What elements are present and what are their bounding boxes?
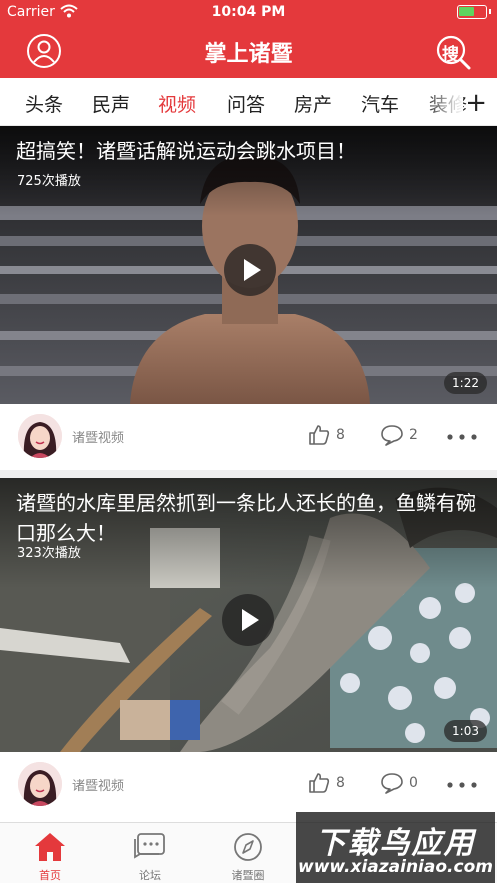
tab-zhuji-circle-label: 诸暨圈	[231, 869, 265, 882]
comment-count: 2	[409, 427, 418, 443]
tab-home-label: 首页	[39, 869, 61, 882]
comment-count: 0	[409, 775, 418, 791]
video-duration: 1:22	[444, 372, 487, 394]
avatar-image	[18, 414, 62, 458]
home-icon	[35, 833, 65, 861]
tab-qa[interactable]: 问答	[227, 90, 265, 117]
more-options-icon[interactable]	[447, 434, 477, 440]
tab-forum-label: 论坛	[139, 869, 161, 882]
comment-icon[interactable]	[380, 424, 404, 446]
clock-time: 10:04 PM	[211, 4, 286, 20]
more-options-icon[interactable]	[447, 782, 477, 788]
tab-real-estate[interactable]: 房产	[294, 90, 332, 117]
video-meta-row: 诸暨视频 8 2	[0, 404, 497, 470]
card-separator	[0, 470, 497, 478]
play-icon	[244, 259, 261, 281]
tab-video[interactable]: 视频	[158, 90, 196, 117]
more-categories-button[interactable]: +	[465, 88, 487, 118]
search-label: 搜	[442, 45, 459, 65]
tab-zhuji-circle[interactable]: 诸暨圈	[198, 823, 298, 883]
like-icon[interactable]	[308, 424, 330, 446]
play-icon	[242, 609, 259, 631]
video-duration: 1:03	[444, 720, 487, 742]
battery-icon	[457, 5, 487, 19]
tab-public-voice[interactable]: 民声	[92, 90, 130, 117]
video-title[interactable]: 诸暨的水库里居然抓到一条比人还长的鱼，鱼鳞有碗口那么大！	[16, 488, 481, 548]
compass-icon	[234, 833, 262, 861]
tab-forum[interactable]: 论坛	[100, 823, 200, 883]
tab-fade-overlay	[423, 78, 463, 124]
tab-headlines[interactable]: 头条	[25, 90, 63, 117]
play-button[interactable]	[222, 594, 274, 646]
tab-cars[interactable]: 汽车	[361, 90, 399, 117]
watermark-title: 下载鸟应用	[315, 826, 476, 861]
battery-level-fill	[459, 7, 474, 16]
video-thumbnail[interactable]: 诸暨的水库里居然抓到一条比人还长的鱼，鱼鳞有碗口那么大！ 323次播放 1:03	[0, 478, 497, 752]
avatar[interactable]	[18, 414, 62, 458]
battery-tip	[489, 9, 491, 14]
nav-bar: 掌上诸暨 搜	[0, 24, 497, 78]
watermark-overlay: 下载鸟应用 www.xiazainiao.com	[296, 812, 495, 883]
like-count: 8	[336, 775, 345, 791]
play-button[interactable]	[224, 244, 276, 296]
like-icon[interactable]	[308, 772, 330, 794]
comment-icon[interactable]	[380, 772, 404, 794]
play-count: 725次播放	[17, 174, 81, 189]
like-count: 8	[336, 427, 345, 443]
status-bar: Carrier 10:04 PM	[0, 0, 497, 24]
source-name[interactable]: 诸暨视频	[72, 775, 124, 794]
avatar-image	[18, 762, 62, 806]
watermark-url: www.xiazainiao.com	[298, 857, 493, 877]
source-name[interactable]: 诸暨视频	[72, 427, 124, 446]
category-tabs: 头条 民声 视频 问答 房产 汽车 装修 +	[0, 78, 497, 126]
video-meta-row: 诸暨视频 8 0	[0, 752, 497, 818]
tab-home[interactable]: 首页	[0, 823, 100, 883]
search-button[interactable]: 搜	[435, 34, 471, 70]
forum-icon	[134, 833, 165, 859]
video-thumbnail[interactable]: 超搞笑！诸暨话解说运动会跳水项目！ 725次播放 1:22	[0, 126, 497, 404]
app-title: 掌上诸暨	[204, 42, 293, 67]
play-count: 323次播放	[17, 546, 81, 561]
video-title[interactable]: 超搞笑！诸暨话解说运动会跳水项目！	[16, 136, 481, 166]
avatar[interactable]	[18, 762, 62, 806]
